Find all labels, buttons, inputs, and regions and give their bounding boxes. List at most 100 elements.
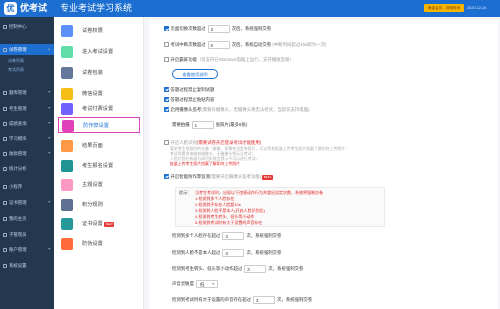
- camera-proctoring-checkbox[interactable]: [164, 107, 169, 112]
- submenu-result-page[interactable]: 结果页面: [58, 138, 140, 154]
- submenu-label: 主题设置: [82, 182, 103, 188]
- chevron-down-icon: ▼: [47, 151, 51, 155]
- nav-label: 证书管理: [9, 200, 27, 205]
- row-suffix: 次，系统强制交卷: [246, 250, 282, 256]
- nav-item-learning[interactable]: 学习模块 ▼: [0, 133, 54, 144]
- submenu-label: 防作弊设置: [83, 123, 109, 129]
- submenu-points-rules[interactable]: 积分规则: [58, 197, 140, 213]
- page-switch-count-input[interactable]: 3: [207, 25, 230, 33]
- row-label: 答题过程禁止复制试题: [170, 87, 215, 92]
- multi-face-count-input[interactable]: 3: [222, 232, 245, 240]
- no-copy-checkbox[interactable]: [164, 87, 169, 92]
- submenu-paper-permissions[interactable]: 试卷权限: [58, 23, 140, 39]
- vip-badge[interactable]: 黄金会员，到期时间: [424, 4, 464, 12]
- row-no-copy: 答题过程禁止复制试题: [164, 86, 214, 93]
- nav-label: 成绩查询: [9, 121, 27, 126]
- nav-label: 子管理员: [9, 232, 27, 237]
- chevron-down-icon: ▼: [47, 247, 51, 251]
- no-paste-checkbox[interactable]: [164, 97, 169, 102]
- row-suffix: 次后，系统强制交卷: [231, 26, 272, 32]
- row-label: 开启智能防作弊监测: [170, 174, 211, 179]
- nav-label: 考试列表: [8, 67, 24, 72]
- view-instructions-button[interactable]: 查看使用说明: [172, 69, 218, 79]
- new-badge: NEW: [104, 221, 115, 227]
- nav-item-paper-management[interactable]: 试卷管理 ▲: [0, 44, 54, 55]
- page-switch-checkbox[interactable]: [164, 26, 169, 31]
- submenu-label: 证书设置 NEW: [82, 216, 115, 232]
- head-movement-count-input[interactable]: 3: [244, 265, 267, 273]
- row-suffix: 次后，系统自动交卷: [231, 42, 272, 48]
- not-self-count-input[interactable]: 3: [222, 249, 245, 257]
- nav-item-account[interactable]: 账户管理 ▼: [0, 244, 54, 255]
- submenu-anti-cheat-settings[interactable]: 防作弊设置: [58, 117, 140, 133]
- row-smart-monitoring: 开启智能防作弊监测(需要开启摄像头监考功能) BETA: [164, 173, 273, 180]
- submenu-exam-payment-settings[interactable]: 考试付费设置: [58, 101, 140, 117]
- submenu-anti-counterfeit-settings[interactable]: 防伪设置: [58, 236, 140, 252]
- nav-label: 账户管理: [9, 247, 27, 252]
- submenu-label: 试卷包装: [82, 70, 103, 76]
- tip-line: 当考生考试时，出现以下违规动作行为并超出设定次数，系统将强制交卷: [195, 190, 323, 195]
- row-hint: （仅支持在Windows电脑上运行，支持播放音频）: [196, 57, 294, 62]
- nav-item-mini-program[interactable]: 小程序: [0, 181, 54, 192]
- row-suffix: 次，系统强制交卷: [268, 266, 304, 272]
- chart-icon: [3, 166, 7, 171]
- tips-box: 提示： 当考生考试时，出现以下违规动作行为并超出设定次数，系统将强制交卷 1.检…: [175, 187, 385, 227]
- nav-item-sub-admins[interactable]: 子管理员: [0, 229, 54, 240]
- row-warning: (需要试卷开启登录考试才能使用): [196, 140, 262, 145]
- submenu-label: 进入考试设置: [82, 49, 114, 55]
- face-recognition-checkbox[interactable]: [164, 140, 169, 145]
- expiry-date: 2020-12-24: [467, 6, 487, 10]
- nav-item-student-management[interactable]: 考生管理 ▼: [0, 103, 54, 114]
- sound-sensitivity-select[interactable]: 低 ▼: [195, 280, 218, 288]
- nav-item-control-center[interactable]: 控制中心: [0, 21, 54, 32]
- nav-item-statistics[interactable]: 统计分析: [0, 163, 54, 174]
- nav-item-score-query[interactable]: 成绩查询 ▼: [0, 118, 54, 129]
- photo-count-input[interactable]: 1: [191, 121, 214, 129]
- row-sound-sensitivity: 声音灵敏度低 ▼: [172, 280, 218, 288]
- anti-counterfeit-icon: [61, 238, 73, 250]
- anti-cheat-panel: 页面切换次数超过 3 次后，系统强制交卷 考试中断次数超过 0 次后，系统自动交卷 (中…: [149, 20, 498, 309]
- row-suffix: 次，系统强制交卷: [246, 233, 282, 239]
- system-title: 专业考试学习系统: [60, 3, 133, 13]
- bulk-upload-link[interactable]: 批量上传考生照片档案了解如何上传照片: [170, 161, 240, 166]
- book-icon: [3, 136, 7, 141]
- nav-item-question-bank[interactable]: 题库管理 ▼: [0, 87, 54, 98]
- package-icon: [61, 67, 73, 79]
- row-label: 检测到考试时有大于设置的声音存在超过: [172, 297, 252, 303]
- nav-subitem-exam-list[interactable]: 考试列表: [0, 64, 54, 75]
- smart-monitoring-checkbox[interactable]: [164, 174, 169, 179]
- nav-label: 我的主页: [9, 216, 27, 221]
- row-label: 检测到多个人脸存在超过: [172, 233, 221, 239]
- nav-item-system-settings[interactable]: 系统设置: [0, 260, 54, 271]
- submenu-enter-exam-settings[interactable]: 进入考试设置: [58, 44, 140, 60]
- database-icon: [3, 90, 7, 95]
- full-screen-lock-checkbox[interactable]: [164, 57, 169, 62]
- submenu-certificate-settings[interactable]: 证书设置 NEW: [58, 216, 140, 232]
- mini-program-icon: [3, 184, 7, 189]
- row-label: 开启人脸识别: [170, 140, 197, 145]
- row-hint: (中断时间超过15s即为一次): [272, 42, 327, 48]
- row-page-switch-limit: 页面切换次数超过 3 次后，系统强制交卷: [164, 25, 271, 33]
- tip-line: 5.检测到考试时有大于设置的声音存在: [195, 220, 263, 225]
- user-icon: [3, 106, 7, 111]
- submenu-label: 微信设置: [82, 91, 103, 97]
- interrupt-checkbox[interactable]: [164, 42, 169, 47]
- tip-line: 1.检测到多个人脸存在: [195, 196, 235, 201]
- beta-badge: BETA: [262, 174, 273, 180]
- submenu-label: 考试付费设置: [82, 106, 114, 112]
- nav-item-payments[interactable]: 收款管理 ▼: [0, 148, 54, 159]
- row-label: 开启霸屏功能: [170, 57, 197, 62]
- submenu-paper-packaging[interactable]: 试卷包装: [58, 65, 140, 81]
- home-page-icon: [3, 216, 7, 221]
- nav-item-my-homepage[interactable]: 我的主页: [0, 213, 54, 224]
- sound-count-input[interactable]: 3: [253, 296, 276, 304]
- submenu-wechat-settings[interactable]: 微信设置: [58, 86, 140, 102]
- interrupt-count-input[interactable]: 0: [207, 41, 230, 49]
- nav-item-certificates[interactable]: 证书管理 ▼: [0, 197, 54, 208]
- submenu-theme-settings[interactable]: 主题设置: [58, 177, 140, 193]
- tip-line: 3.检测到人脸不是本人(开启人脸识别后): [195, 208, 265, 213]
- chevron-down-icon: ▼: [47, 200, 51, 204]
- row-sound-limit: 检测到考试时有大于设置的声音存在超过 3 次，系统强制交卷: [172, 296, 312, 304]
- certificate-icon: [3, 200, 7, 205]
- submenu-registration-settings[interactable]: 考生报名设置: [58, 158, 140, 174]
